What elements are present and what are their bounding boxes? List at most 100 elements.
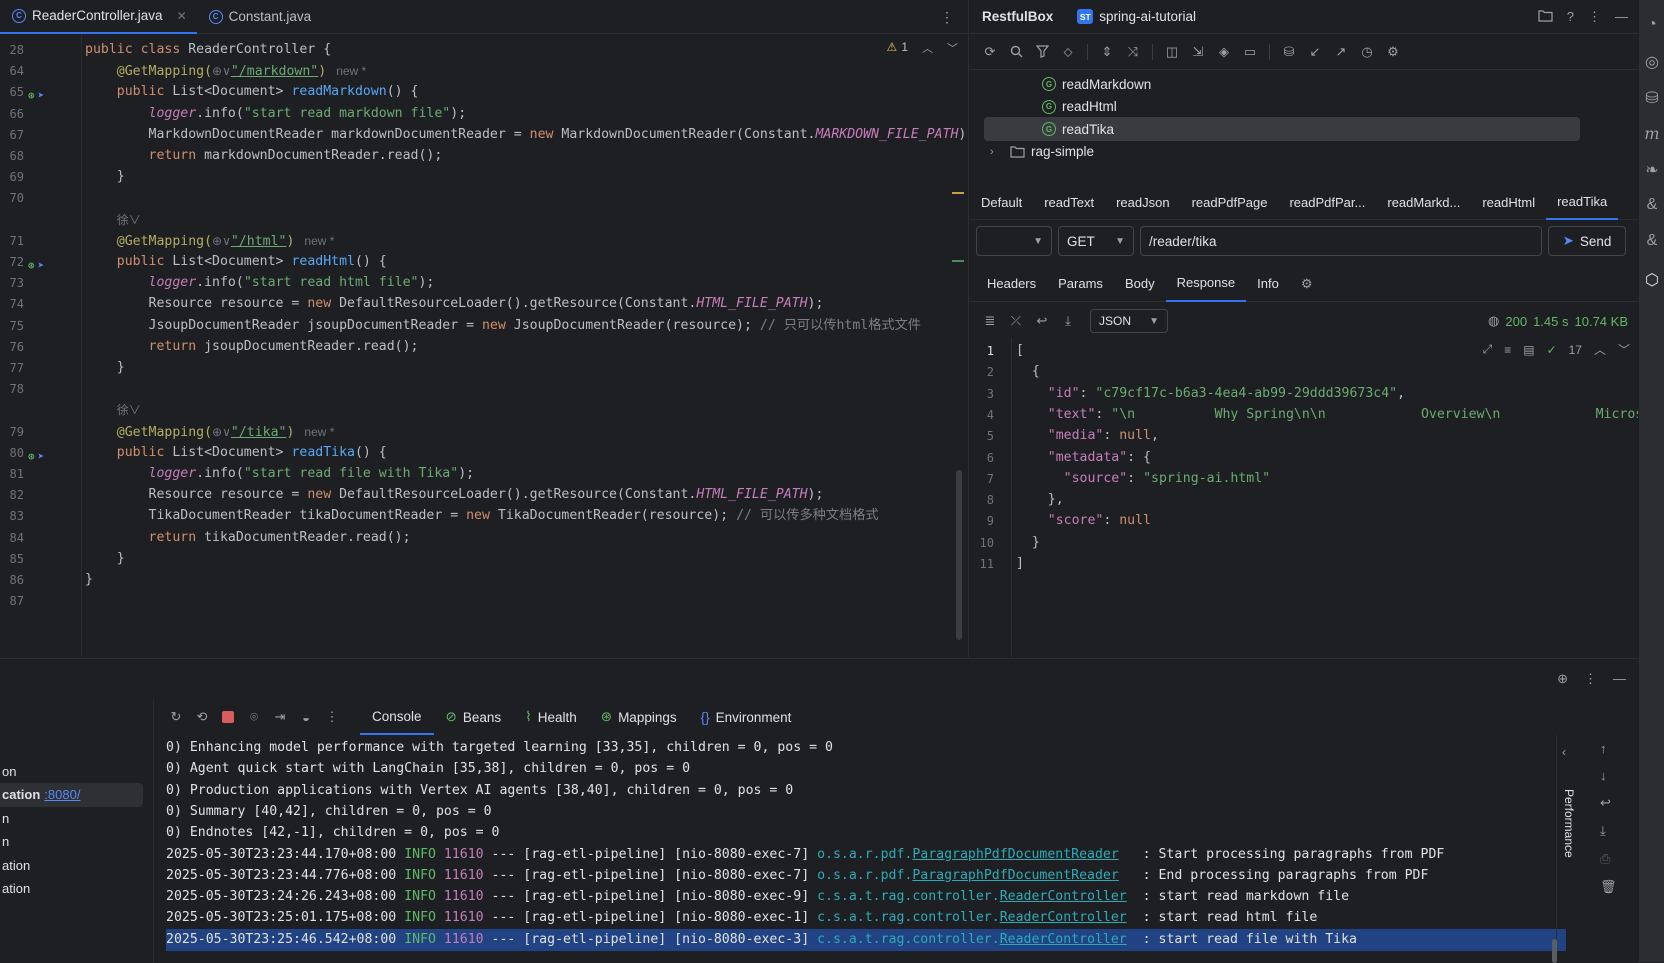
service-item[interactable]: cation:8080/ bbox=[0, 782, 143, 807]
export-icon[interactable]: ↗ bbox=[1333, 44, 1349, 60]
download-icon[interactable]: ⤓ bbox=[1060, 313, 1076, 329]
console-line[interactable]: 2025-05-30T23:23:44.170+08:00 INFO 11610… bbox=[166, 844, 1566, 866]
chevron-right-icon[interactable]: › bbox=[990, 146, 1004, 158]
import-icon[interactable]: ↙ bbox=[1307, 44, 1323, 60]
tree-endpoint[interactable]: GreadMarkdown bbox=[984, 72, 1580, 96]
settings-icon[interactable]: ⚙ bbox=[1290, 266, 1324, 302]
tab-request-6[interactable]: readHtml bbox=[1471, 186, 1546, 220]
method-select[interactable]: GET ▼ bbox=[1058, 226, 1134, 256]
format-select[interactable]: JSON ▼ bbox=[1090, 309, 1168, 333]
target-icon[interactable]: ⊕ bbox=[1557, 671, 1568, 687]
service-port-link[interactable]: :8080/ bbox=[44, 787, 80, 802]
ai-assistant-icon[interactable]: ◎ bbox=[1642, 52, 1662, 72]
maven-icon[interactable]: m bbox=[1642, 124, 1662, 144]
tab-response[interactable]: Response bbox=[1165, 266, 1247, 302]
tab-mappings[interactable]: ⊛ Mappings bbox=[589, 699, 689, 735]
tab-reader-controller[interactable]: C ReaderController.java ✕ bbox=[0, 0, 197, 34]
tree-endpoint[interactable]: GreadHtml bbox=[984, 95, 1580, 119]
console-line[interactable]: 0) Endnotes [42,-1], children = 0, pos =… bbox=[166, 822, 1566, 844]
tab-request-5[interactable]: readMarkd... bbox=[1376, 186, 1471, 220]
log-logger-class[interactable]: ReaderController bbox=[1000, 910, 1127, 925]
code-area[interactable]: 28 public class ReaderController {64 @Get… bbox=[0, 35, 969, 657]
wrap-icon[interactable]: ↩ bbox=[1034, 313, 1050, 329]
navigate-icon[interactable]: ⇲ bbox=[1190, 44, 1206, 60]
console-output[interactable]: 0) Enhancing model performance with targ… bbox=[154, 735, 1566, 963]
console-line[interactable]: 2025-05-30T23:24:26.243+08:00 INFO 11610… bbox=[166, 886, 1566, 908]
settings-icon[interactable]: ⚙ bbox=[1385, 44, 1401, 60]
tab-params[interactable]: Params bbox=[1047, 266, 1114, 302]
collapse-icon[interactable]: ⤫ bbox=[1008, 313, 1024, 329]
database-icon[interactable]: ⛁ bbox=[1281, 44, 1297, 60]
minimize-icon[interactable]: — bbox=[1615, 9, 1628, 25]
notifications-icon[interactable]: ◔ bbox=[1642, 16, 1662, 36]
tree-folder[interactable]: › rag-simple bbox=[990, 140, 1580, 164]
database-icon[interactable]: ⛁ bbox=[1642, 88, 1662, 108]
service-item[interactable]: on bbox=[0, 759, 143, 783]
tab-environment[interactable]: {} Environment bbox=[689, 699, 804, 735]
tab-request-4[interactable]: readPdfPar... bbox=[1278, 186, 1376, 220]
dump-icon[interactable]: ◒ bbox=[298, 709, 314, 725]
service-item[interactable]: n bbox=[0, 830, 143, 854]
gradle-icon[interactable]: ❧ bbox=[1642, 160, 1662, 180]
tab-request-7[interactable]: readTika bbox=[1546, 186, 1619, 220]
console-line[interactable]: 0) Production applications with Vertex A… bbox=[166, 780, 1566, 802]
response-body[interactable]: ⤢ ≡ ▤ ✓ 17 ︿ ﹀ 1[2 {3 "id": "c79cf17c-b6… bbox=[970, 338, 1638, 657]
chevron-left-icon[interactable]: ‹ bbox=[1562, 745, 1566, 759]
editor-scrollbar[interactable] bbox=[956, 470, 962, 640]
expand-all-icon[interactable]: ⇕ bbox=[1099, 44, 1115, 60]
more-icon[interactable]: ⋮ bbox=[324, 709, 340, 725]
console-line[interactable]: 2025-05-30T23:25:01.175+08:00 INFO 11610… bbox=[166, 907, 1566, 929]
soft-wrap-icon[interactable]: ↩ bbox=[1600, 795, 1617, 811]
folder-icon[interactable] bbox=[1538, 9, 1553, 25]
tab-request-3[interactable]: readPdfPage bbox=[1181, 186, 1279, 220]
send-button[interactable]: ➤ Send bbox=[1548, 226, 1626, 256]
code-editor[interactable]: C ReaderController.java ✕ C Constant.jav… bbox=[0, 0, 969, 657]
scroll-to-end-icon[interactable]: ⤓ bbox=[1600, 823, 1617, 839]
tab-console[interactable]: Console bbox=[360, 699, 434, 735]
window-icon[interactable]: ▭ bbox=[1242, 44, 1258, 60]
search-icon[interactable] bbox=[1008, 44, 1024, 60]
service-item[interactable]: ation bbox=[0, 877, 143, 901]
filter-icon[interactable] bbox=[1034, 44, 1050, 60]
copilot-icon[interactable]: & bbox=[1642, 232, 1662, 252]
console-line[interactable]: 0) Enhancing model performance with targ… bbox=[166, 737, 1566, 759]
tab-constant[interactable]: C Constant.java bbox=[197, 0, 322, 34]
service-item[interactable]: ation bbox=[0, 853, 143, 877]
console-line[interactable]: 0) Agent quick start with LangChain [35,… bbox=[166, 758, 1566, 780]
tab-request-2[interactable]: readJson bbox=[1105, 186, 1180, 220]
console-line[interactable]: 2025-05-30T23:25:46.542+08:00 INFO 11610… bbox=[166, 928, 1566, 951]
tab-request-0[interactable]: Default bbox=[970, 186, 1033, 220]
arrow-up-icon[interactable]: ↑ bbox=[1600, 741, 1617, 756]
tab-beans[interactable]: ⊘ Beans bbox=[434, 699, 514, 735]
console-scrollbar[interactable] bbox=[1552, 939, 1557, 963]
more-icon[interactable]: ⋮ bbox=[940, 9, 954, 26]
restart-icon[interactable]: ⟲ bbox=[194, 709, 210, 725]
stop-icon[interactable] bbox=[220, 709, 236, 725]
arrow-down-icon[interactable]: ↓ bbox=[1600, 768, 1617, 783]
performance-tab[interactable]: Performance bbox=[1562, 789, 1576, 858]
log-logger-class[interactable]: ReaderController bbox=[1000, 889, 1127, 904]
log-logger-class[interactable]: ParagraphPdfDocumentReader bbox=[912, 868, 1118, 883]
close-icon[interactable]: ✕ bbox=[177, 9, 187, 23]
tag-icon[interactable]: ⬦ bbox=[1060, 44, 1076, 60]
format-icon[interactable]: ≣ bbox=[982, 313, 998, 329]
refresh-icon[interactable]: ⟳ bbox=[982, 44, 998, 60]
minimize-icon[interactable]: — bbox=[1613, 671, 1626, 687]
url-input[interactable]: /reader/tika bbox=[1140, 226, 1542, 256]
trash-icon[interactable]: 🗑 bbox=[1600, 879, 1617, 895]
collapse-all-icon[interactable]: ⤨ bbox=[1125, 44, 1141, 60]
split-view-icon[interactable]: ◫ bbox=[1164, 44, 1180, 60]
tab-headers[interactable]: Headers bbox=[976, 266, 1047, 302]
service-item[interactable]: n bbox=[0, 806, 143, 830]
environment-select[interactable]: ▼ bbox=[976, 226, 1052, 256]
tree-endpoint[interactable]: GreadTika bbox=[984, 117, 1580, 142]
more-icon[interactable]: ⋮ bbox=[1588, 9, 1601, 25]
log-logger-class[interactable]: ReaderController bbox=[1000, 932, 1127, 947]
console-line[interactable]: 0) Summary [40,42], children = 0, pos = … bbox=[166, 801, 1566, 823]
history-icon[interactable]: ◷ bbox=[1359, 44, 1375, 60]
log-logger-class[interactable]: ParagraphPdfDocumentReader bbox=[912, 847, 1118, 862]
project-selector[interactable]: ST spring-ai-tutorial bbox=[1077, 9, 1196, 24]
more-icon[interactable]: ⋮ bbox=[1584, 671, 1597, 687]
camera-icon[interactable]: ⌾ bbox=[246, 709, 262, 725]
help-icon[interactable]: ? bbox=[1567, 9, 1574, 25]
